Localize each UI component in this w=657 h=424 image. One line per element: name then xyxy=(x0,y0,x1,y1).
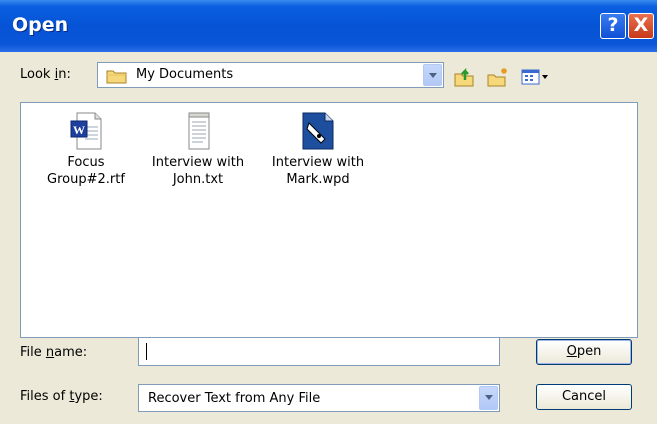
up-folder-icon[interactable] xyxy=(452,66,476,88)
files-of-type-label: Files of type: xyxy=(20,389,103,404)
views-menu-icon[interactable] xyxy=(520,66,550,88)
file-name-line2: John.txt xyxy=(172,172,224,187)
file-name-input[interactable] xyxy=(138,337,500,366)
file-name-label: File name: xyxy=(20,345,88,360)
file-list[interactable]: W Focus Group#2.rtf Interview with John.… xyxy=(20,102,638,338)
new-folder-icon[interactable] xyxy=(486,66,510,88)
file-item[interactable]: W Focus Group#2.rtf xyxy=(31,111,141,188)
file-name-line1: Focus xyxy=(67,155,105,170)
folder-icon xyxy=(106,70,127,84)
open-button[interactable]: Open xyxy=(536,339,632,365)
look-in-label: Look in: xyxy=(20,67,71,82)
look-in-combo[interactable]: My Documents xyxy=(97,62,444,88)
look-in-value: My Documents xyxy=(136,67,234,82)
files-of-type-dropdown-button[interactable] xyxy=(479,386,498,410)
look-in-dropdown-button[interactable] xyxy=(423,64,442,86)
text-cursor xyxy=(146,343,147,360)
close-button[interactable]: X xyxy=(628,13,654,39)
files-of-type-value: Recover Text from Any File xyxy=(148,391,321,406)
file-name-line2: Group#2.rtf xyxy=(47,172,125,187)
svg-text:W: W xyxy=(73,123,85,137)
dialog-title: Open xyxy=(12,14,69,36)
file-name-line1: Interview with xyxy=(271,155,365,170)
files-of-type-combo[interactable]: Recover Text from Any File xyxy=(138,384,500,412)
wordperfect-document-icon xyxy=(302,112,334,150)
file-item[interactable]: Interview with John.txt xyxy=(143,111,253,188)
file-item[interactable]: Interview with Mark.wpd xyxy=(263,111,373,188)
open-dialog: Open ? X Look in: My Documents W Focus G… xyxy=(0,0,657,424)
file-name-line1: Interview with xyxy=(151,155,245,170)
text-file-icon xyxy=(188,112,210,150)
help-button[interactable]: ? xyxy=(600,13,626,39)
word-document-icon: W xyxy=(70,112,102,150)
file-name-line2: Mark.wpd xyxy=(286,172,350,187)
cancel-button[interactable]: Cancel xyxy=(536,384,632,410)
title-bar[interactable]: Open ? X xyxy=(0,0,657,52)
